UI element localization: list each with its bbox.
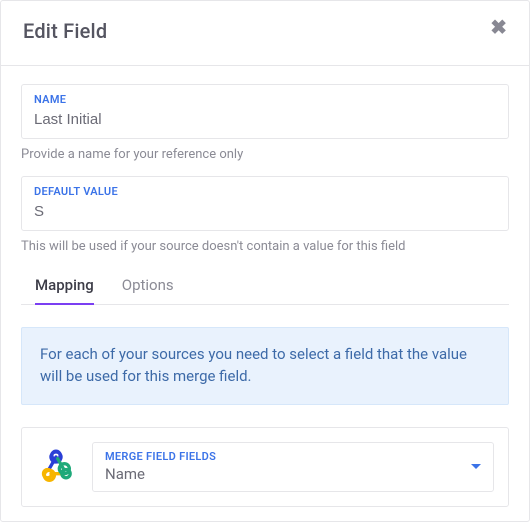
close-icon[interactable]: ✖ — [490, 17, 507, 37]
name-helper: Provide a name for your reference only — [21, 147, 509, 162]
source-row: MERGE FIELD FIELDS Name — [21, 427, 509, 507]
dropdown-label: MERGE FIELD FIELDS — [105, 450, 471, 463]
default-value-label: DEFAULT VALUE — [34, 185, 496, 198]
default-value-helper: This will be used if your source doesn't… — [21, 239, 509, 254]
tabs: Mapping Options — [21, 276, 509, 305]
modal-header: Edit Field ✖ — [1, 1, 529, 66]
dropdown-value: Name — [105, 465, 471, 483]
modal-body: NAME Provide a name for your reference o… — [1, 66, 529, 527]
default-value-field-box[interactable]: DEFAULT VALUE — [21, 176, 509, 231]
edit-field-modal: Edit Field ✖ NAME Provide a name for you… — [0, 0, 530, 522]
modal-title: Edit Field — [23, 19, 107, 43]
merge-field-dropdown[interactable]: MERGE FIELD FIELDS Name — [92, 442, 494, 492]
chevron-down-icon — [471, 464, 481, 469]
tab-options[interactable]: Options — [122, 276, 174, 304]
default-value-input[interactable] — [34, 203, 496, 220]
dropdown-content: MERGE FIELD FIELDS Name — [105, 450, 471, 483]
mapping-info-banner: For each of your sources you need to sel… — [21, 327, 509, 405]
webhook-icon — [36, 447, 76, 487]
name-field-label: NAME — [34, 93, 496, 106]
name-field-box[interactable]: NAME — [21, 84, 509, 139]
tab-mapping[interactable]: Mapping — [35, 276, 94, 304]
name-input[interactable] — [34, 111, 496, 128]
